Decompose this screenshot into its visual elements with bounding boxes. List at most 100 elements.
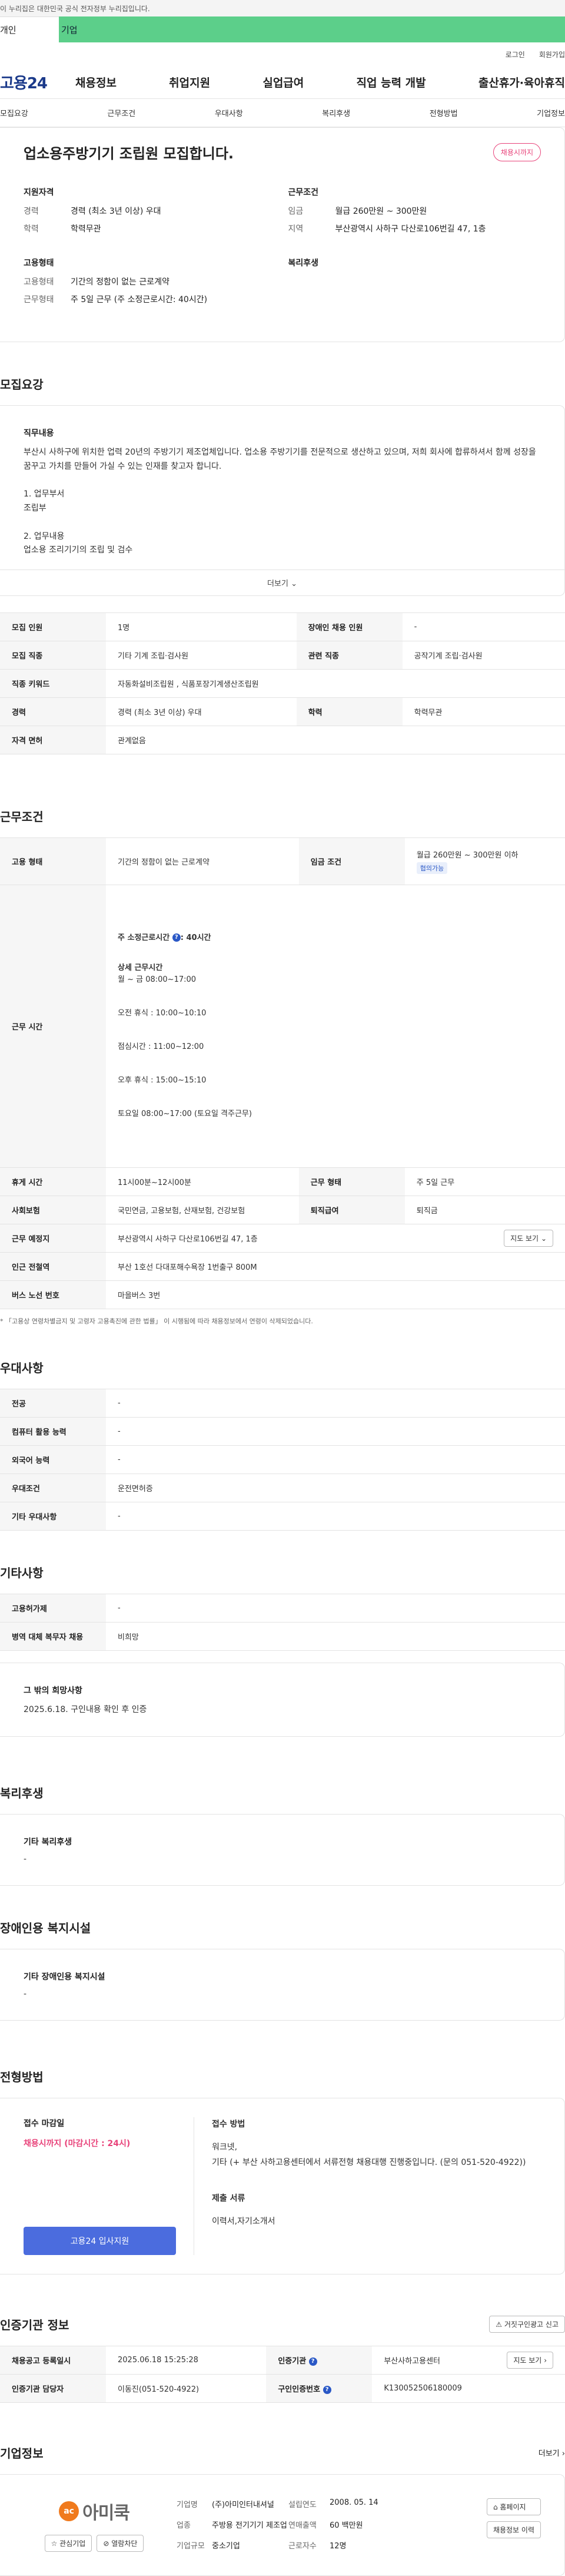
cell-value: - <box>106 1594 565 1623</box>
desc-text: 부산시 사하구에 위치한 업력 20년의 주방기기 제조업체입니다. 업소용 주… <box>24 447 536 471</box>
map-button[interactable]: 지도 보기 ⌄ <box>504 1230 553 1247</box>
cell-label: 근무 형태 <box>298 1167 405 1197</box>
cell-label: 기타 우대사항 <box>0 1502 106 1531</box>
info-icon[interactable]: ? <box>323 2385 331 2394</box>
company-name-value: (주)아미인터내셔널 <box>212 2501 274 2510</box>
company-card: ac 아미쿡 ☆ 관심기업 ⊘ 열람차단 기업명 (주)아미인터내셔널 설립연도… <box>0 2474 565 2576</box>
anchor-selection[interactable]: 전형방법 <box>430 107 458 118</box>
cell-value: 자동화설비조립원 , 식품포장기계생산조립원 <box>106 669 565 698</box>
info-icon[interactable]: ? <box>172 933 181 942</box>
login-link[interactable]: 로그인 <box>506 49 525 59</box>
cell-value: - <box>106 1389 565 1418</box>
agency-cell: 부산사하고용센터 지도 보기 › <box>372 2346 565 2375</box>
homepage-button[interactable]: ⌂ 홈페이지 <box>486 2498 541 2516</box>
cell-label: 근무 시간 <box>0 885 106 1168</box>
work-section: 근무조건 고용 형태 기간의 정함이 없는 근로계약 임금 조건 월급 260만… <box>0 754 565 1326</box>
career-label: 경력 <box>24 207 39 216</box>
cell-value: 비희망 <box>106 1622 565 1651</box>
revenue-label: 연매출액 <box>288 2521 317 2531</box>
cell-label: 자격 면허 <box>0 726 106 755</box>
cell-value: 경력 (최소 3년 이상) 우대 <box>106 697 297 727</box>
gnb-item-jobs[interactable]: 채용정보 <box>75 74 117 90</box>
welfare-card-value: - <box>24 1855 27 1865</box>
favorite-button[interactable]: ☆ 관심기업 <box>44 2535 92 2552</box>
welfare-block: 복리후생 <box>288 257 541 311</box>
cell-value: K130052506180009 <box>372 2374 565 2403</box>
employees-label: 근로자수 <box>288 2542 317 2551</box>
company-more-link[interactable]: 더보기 › <box>539 2447 565 2458</box>
chevron-down-icon: ⌄ <box>540 1234 547 1243</box>
cell-value: 공작기계 조립·검사원 <box>402 641 565 670</box>
saturday-hours: 토요일 08:00~17:00 (토요일 격주근무) <box>118 1109 252 1118</box>
gnb-menu: 채용정보 취업지원 실업급여 직업 능력 개발 출산휴가·육아휴직 <box>59 74 565 90</box>
table-row: 모집 인원 1명 장애인 채용 인원 - <box>0 612 565 642</box>
disability-card-value: - <box>24 1989 27 1999</box>
table-row: 인근 전철역 부산 1호선 다대포해수욕장 1번출구 800M <box>0 1252 565 1282</box>
cell-label: 학력 <box>296 697 403 727</box>
welfare-section: 복리후생 기타 복리후생 - <box>0 1737 565 1886</box>
qualification-block: 지원자격 경력 경력 (최소 3년 이상) 우대 학력 학력무관 <box>24 186 277 240</box>
etc-table: 고용허가제 - 병역 대체 복무자 채용 비희망 <box>0 1594 565 1651</box>
tab-personal[interactable]: 개인 <box>0 16 59 42</box>
gnb-item-training[interactable]: 직업 능력 개발 <box>357 74 426 90</box>
table-row: 기타 우대사항 - <box>0 1502 565 1531</box>
work-table: 고용 형태 기간의 정함이 없는 근로계약 임금 조건 월급 260만원 ~ 3… <box>0 837 565 1310</box>
cell-value: 기간의 정함이 없는 근로계약 <box>106 837 299 886</box>
work-type-value: 주 5일 근무 (주 소정근로시간: 40시간) <box>71 295 208 304</box>
apply-button[interactable]: 고용24 입사지원 <box>24 2227 176 2256</box>
util-bar: 로그인 회원가입 <box>0 42 565 66</box>
cell-label: 버스 노선 번호 <box>0 1280 106 1310</box>
info-icon[interactable]: ? <box>308 2357 317 2366</box>
employment-block: 고용형태 고용형태 기간의 정함이 없는 근로계약 근무형태 주 5일 근무 (주 … <box>24 257 277 311</box>
cell-label: 병역 대체 복무자 채용 <box>0 1622 106 1651</box>
anchor-company[interactable]: 기업정보 <box>537 107 565 118</box>
table-row: 인증기관 담당자 이동진(051-520-4922) 구인인증번호 ? K130… <box>0 2374 565 2403</box>
job-description-card: 직무내용 부산시 사하구에 위치한 업력 20년의 주방기기 제조업체입니다. … <box>0 405 565 597</box>
cell-value: 이동진(051-520-4922) <box>106 2374 267 2403</box>
method-title: 접수 방법 <box>212 2120 245 2130</box>
agency-section: 인증기관 정보 ⚠ 거짓구인광고 신고 채용공고 등록일시 2025.06.18… <box>0 2274 565 2403</box>
chevron-right-icon: › <box>544 2356 547 2365</box>
more-button[interactable]: 더보기 ⌄ <box>0 569 564 595</box>
history-button[interactable]: 채용정보 이력 <box>486 2521 541 2539</box>
etc-title: 기타사항 <box>0 1566 44 1581</box>
preference-table: 전공 - 컴퓨터 활용 능력 - 외국어 능력 - 우대조건 운전면허증 기타 우대사항… <box>0 1389 565 1531</box>
cell-label: 경력 <box>0 697 106 727</box>
gnb-item-unemployment[interactable]: 실업급여 <box>262 74 304 90</box>
disability-title: 장애인용 복지시설 <box>0 1921 91 1936</box>
table-row: 외국어 능력 - <box>0 1445 565 1475</box>
anchor-preference[interactable]: 우대사항 <box>215 107 243 118</box>
cell-label: 컴퓨터 활용 능력 <box>0 1417 106 1446</box>
industry-label: 업종 <box>177 2521 191 2531</box>
gov-banner: 이 누리집은 대한민국 공식 전자정부 누리집입니다. <box>0 0 565 16</box>
employment-type-value: 기간의 정함이 없는 근로계약 <box>71 277 170 287</box>
table-row: 근무 시간 주 소정근로시간 ?: 40시간 상세 근무시간 월 ~ 금 08:… <box>0 885 565 1168</box>
signup-link[interactable]: 회원가입 <box>539 49 565 59</box>
block-button[interactable]: ⊘ 열람차단 <box>97 2535 144 2552</box>
education-value: 학력무관 <box>71 224 101 234</box>
site-logo[interactable]: 고용24 <box>0 71 59 93</box>
gnb-item-employment-support[interactable]: 취업지원 <box>169 74 210 90</box>
tab-company[interactable]: 기업 <box>59 16 565 42</box>
agency-table: 채용공고 등록일시 2025.06.18 15:25:28 인증기관 ? 부산사… <box>0 2346 565 2403</box>
weekly-hours-label: 주 소정근로시간 <box>118 933 170 942</box>
cell-label: 임금 조건 <box>298 837 405 886</box>
report-button[interactable]: ⚠ 거짓구인광고 신고 <box>489 2316 565 2333</box>
task1-value: 조립부 <box>24 503 46 513</box>
map-button[interactable]: 지도 보기 › <box>507 2352 553 2369</box>
report-icon: ⚠ <box>496 2320 503 2329</box>
table-row: 컴퓨터 활용 능력 - <box>0 1417 565 1446</box>
cell-value: 운전면허증 <box>106 1474 565 1503</box>
anchor-recruit[interactable]: 모집요강 <box>0 107 28 118</box>
anchor-welfare[interactable]: 복리후생 <box>322 107 350 118</box>
welfare-card: 기타 복리후생 - <box>0 1814 565 1886</box>
table-row: 사회보험 국민연금, 고용보험, 산재보험, 건강보험 퇴직급여 퇴직금 <box>0 1196 565 1225</box>
work-type-label: 근무형태 <box>24 295 54 304</box>
company-name-label: 기업명 <box>177 2501 198 2510</box>
cell-label: 인증기관 ? <box>266 2346 373 2375</box>
table-row: 전공 - <box>0 1389 565 1418</box>
chevron-down-icon: ⌄ <box>291 580 297 589</box>
anchor-work[interactable]: 근무조건 <box>107 107 135 118</box>
job-summary-card: 업소용주방기기 조립원 모집합니다. 채용시까지 지원자격 경력 경력 (최소 3… <box>0 127 565 342</box>
gnb-item-leave[interactable]: 출산휴가·육아휴직 <box>478 74 565 90</box>
